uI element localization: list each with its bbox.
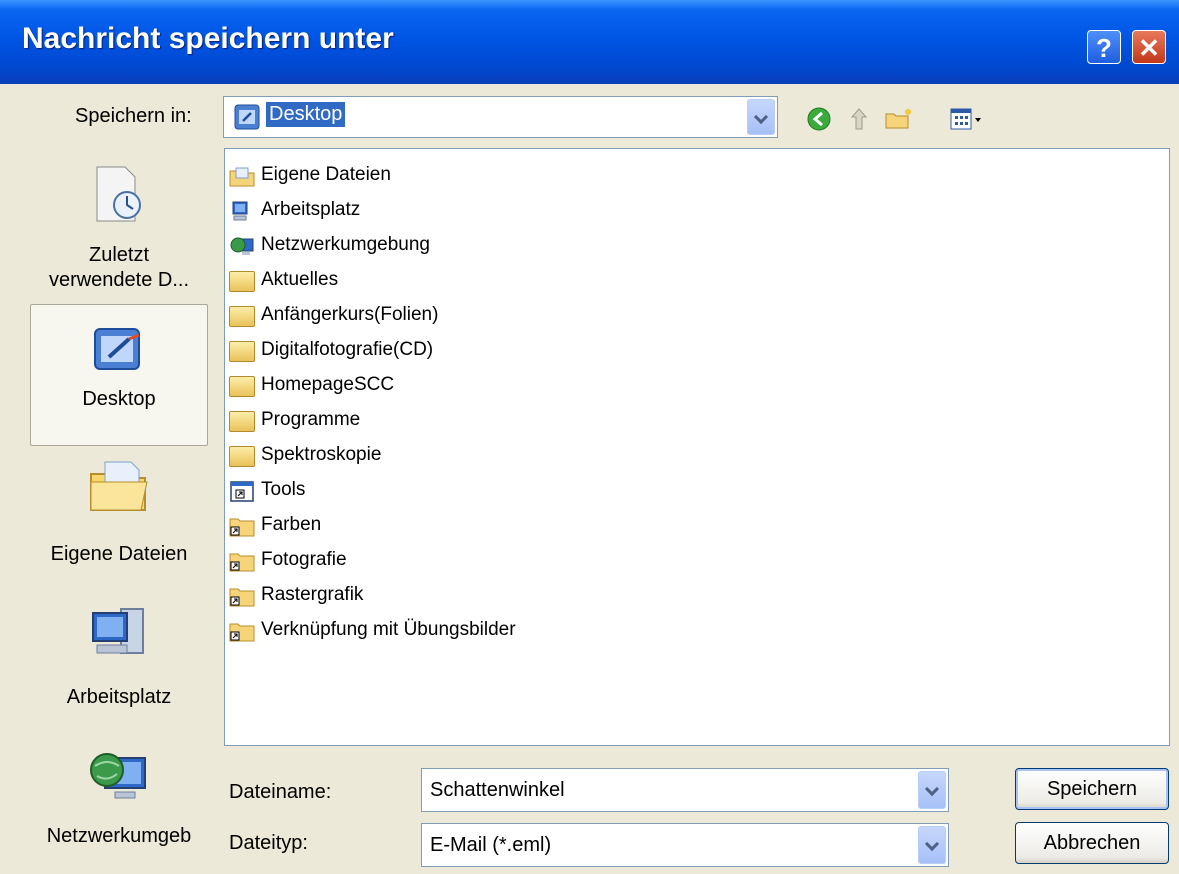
window-shortcut-icon <box>230 481 254 502</box>
folder-shortcut-icon <box>229 588 255 607</box>
places-bar: Zuletzt verwendete D... Desktop Eigene D… <box>30 147 208 859</box>
file-name: Eigene Dateien <box>261 164 391 185</box>
folder-icon <box>229 341 255 362</box>
place-label: Desktop <box>82 388 156 410</box>
folder-shortcut-icon <box>229 623 255 642</box>
file-name: Fotografie <box>261 549 347 570</box>
file-name: Aktuelles <box>261 269 339 290</box>
help-icon: ? <box>1096 33 1112 63</box>
folder-icon <box>229 376 255 397</box>
place-recent[interactable]: Zuletzt verwendete D... <box>30 155 208 300</box>
file-name: Digitalfotografie(CD) <box>261 339 434 360</box>
views-icon[interactable] <box>950 106 984 132</box>
folder-icon <box>229 411 255 432</box>
chevron-down-icon[interactable] <box>747 99 775 135</box>
save-as-dialog: Nachricht speichern unter ? ✕ Speichern … <box>0 0 1179 874</box>
folder-shortcut-icon <box>229 553 255 572</box>
my-documents-icon <box>90 461 148 511</box>
place-label: Netzwerkumgeb <box>46 825 192 847</box>
my-computer-icon <box>92 608 144 654</box>
network-icon <box>90 753 146 799</box>
folder-icon <box>229 271 255 292</box>
save-in-label: Speichern in: <box>75 105 192 127</box>
desktop-icon <box>234 104 260 130</box>
new-folder-icon[interactable] <box>884 106 914 132</box>
help-button[interactable]: ? <box>1087 30 1121 64</box>
file-name: Rastergrafik <box>261 584 364 605</box>
place-my-computer[interactable]: Arbeitsplatz <box>30 597 208 717</box>
file-name: Verknüpfung mit Übungsbilder <box>261 619 516 640</box>
save-button[interactable]: Speichern <box>1015 768 1169 810</box>
filetype-value: E-Mail (*.eml) <box>430 834 552 856</box>
filename-input[interactable]: Schattenwinkel <box>421 768 949 812</box>
file-name: Arbeitsplatz <box>261 199 361 220</box>
file-name: Netzwerkumgebung <box>261 234 430 255</box>
folder-icon <box>229 446 255 467</box>
close-icon: ✕ <box>1138 33 1160 63</box>
folder-shortcut-icon <box>229 518 255 537</box>
file-name: Programme <box>261 409 361 430</box>
my-computer-icon <box>232 201 248 221</box>
place-desktop[interactable]: Desktop <box>30 304 208 446</box>
cancel-button[interactable]: Abbrechen <box>1015 822 1169 864</box>
network-icon <box>230 237 254 255</box>
file-name: Spektroskopie <box>261 444 382 465</box>
place-label: Zuletzt verwendete D... <box>48 244 190 291</box>
window-title: Nachricht speichern unter <box>22 22 394 55</box>
recent-docs-icon <box>96 166 141 222</box>
chevron-down-icon[interactable] <box>918 826 946 864</box>
up-folder-icon[interactable] <box>846 106 872 132</box>
title-bar[interactable]: Nachricht speichern unter ? ✕ <box>0 0 1179 84</box>
location-value: Desktop <box>266 102 346 127</box>
desktop-icon <box>94 328 140 370</box>
close-button[interactable]: ✕ <box>1132 30 1166 64</box>
chevron-down-icon[interactable] <box>918 771 946 809</box>
filetype-label: Dateityp: <box>229 832 308 854</box>
file-name: Tools <box>261 479 306 500</box>
place-label: Eigene Dateien <box>50 543 188 565</box>
filename-value: Schattenwinkel <box>430 779 565 801</box>
place-label: Arbeitsplatz <box>66 686 172 708</box>
filetype-dropdown[interactable]: E-Mail (*.eml) <box>421 823 949 867</box>
place-my-documents[interactable]: Eigene Dateien <box>30 452 208 574</box>
file-name: Farben <box>261 514 322 535</box>
file-list[interactable]: Eigene Dateien Arbeitsplatz Netzwerkumge… <box>224 148 1170 746</box>
back-icon[interactable] <box>806 106 832 132</box>
save-in-dropdown[interactable]: Desktop <box>223 96 778 138</box>
file-name: HomepageSCC <box>261 374 395 395</box>
filename-label: Dateiname: <box>229 781 332 803</box>
my-documents-icon <box>229 167 255 187</box>
folder-icon <box>229 306 255 327</box>
place-network[interactable]: Netzwerkumgeb <box>30 742 208 859</box>
file-name: Anfängerkurs(Folien) <box>261 304 439 325</box>
